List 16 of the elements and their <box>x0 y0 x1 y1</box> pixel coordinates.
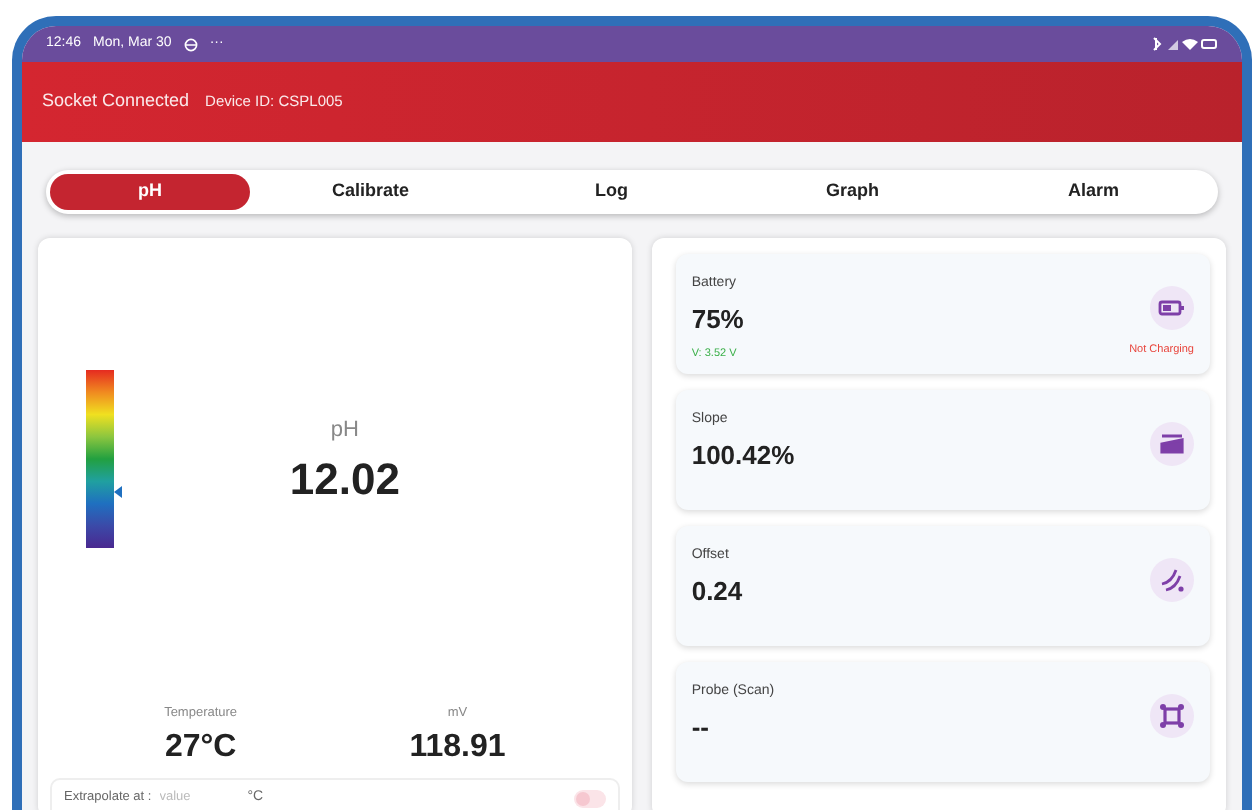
extrapolate-toggle[interactable] <box>573 789 606 807</box>
card-value: -- <box>691 709 712 745</box>
tab[interactable]: Alarm <box>973 174 1214 210</box>
tab[interactable]: Graph <box>732 174 973 210</box>
tab[interactable]: pH <box>50 174 250 210</box>
card-value: 100.42% <box>691 437 797 473</box>
tab[interactable]: Calibrate <box>250 174 491 210</box>
card-value: 0.24 <box>691 573 745 609</box>
metric-value: 27°C <box>164 728 237 768</box>
card-value: 75% <box>691 301 746 337</box>
status-icons-drawing <box>1150 36 1218 52</box>
metric-value: 118.91 <box>409 728 506 768</box>
reading-label: pH <box>330 415 359 446</box>
tab[interactable]: Log <box>491 174 732 210</box>
ph-value: 12.02 <box>289 452 400 509</box>
connection-status: Socket Connected <box>42 88 190 115</box>
